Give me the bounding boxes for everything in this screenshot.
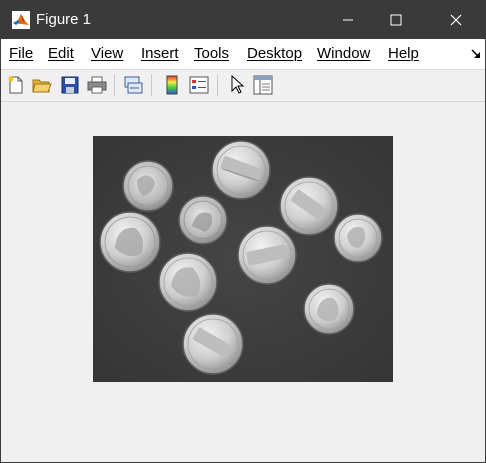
coin (178, 195, 228, 245)
coins-image[interactable] (93, 136, 393, 382)
edit-plot-button[interactable] (226, 74, 248, 96)
maximize-icon (390, 14, 402, 26)
open-file-button[interactable] (31, 74, 53, 96)
coin (333, 213, 383, 263)
coin (279, 176, 339, 236)
property-inspector-icon (253, 75, 273, 95)
menu-edit[interactable]: Edit (48, 45, 74, 62)
insert-colorbar-icon (166, 75, 178, 95)
toolbar-separator (217, 74, 218, 96)
menu-help[interactable]: Help (388, 45, 419, 62)
menu-insert[interactable]: Insert (141, 45, 179, 62)
maximize-button[interactable] (373, 1, 419, 39)
edit-plot-pointer-icon (231, 75, 244, 94)
menu-bar: File Edit View Insert Tools Desktop Wind… (1, 39, 485, 70)
toolbar-separator (114, 74, 115, 96)
coin (182, 313, 244, 375)
coin (122, 160, 174, 212)
window-title: Figure 1 (36, 11, 92, 28)
insert-colorbar-button[interactable] (161, 74, 183, 96)
figure-toolbar (1, 70, 485, 102)
title-bar[interactable]: Figure 1 (1, 1, 485, 39)
matlab-logo-icon (12, 11, 30, 29)
coin (237, 225, 297, 285)
toolbar-separator (151, 74, 152, 96)
save-icon (61, 76, 79, 94)
insert-legend-button[interactable] (188, 74, 210, 96)
new-figure-button[interactable] (5, 74, 27, 96)
save-button[interactable] (59, 74, 81, 96)
minimize-button[interactable] (325, 1, 371, 39)
menu-view[interactable]: View (91, 45, 123, 62)
dock-arrow-icon[interactable] (471, 49, 481, 59)
menu-tools[interactable]: Tools (194, 45, 229, 62)
close-button[interactable] (433, 1, 479, 39)
coin (303, 283, 355, 335)
close-icon (450, 14, 462, 26)
minimize-icon (343, 19, 353, 21)
figure-window: Figure 1 File Edit View Insert Tools Des… (0, 0, 486, 463)
print-icon (87, 76, 107, 94)
link-plot-button[interactable] (122, 74, 144, 96)
new-figure-icon (8, 76, 23, 94)
print-button[interactable] (86, 74, 108, 96)
link-plot-icon (124, 76, 143, 94)
coin (158, 252, 218, 312)
menu-file[interactable]: File (9, 45, 33, 62)
coin (99, 211, 161, 273)
menu-window[interactable]: Window (317, 45, 370, 62)
coin (211, 140, 271, 200)
insert-legend-icon (189, 76, 209, 94)
property-inspector-button[interactable] (252, 74, 274, 96)
menu-desktop[interactable]: Desktop (247, 45, 302, 62)
open-file-icon (32, 79, 52, 93)
